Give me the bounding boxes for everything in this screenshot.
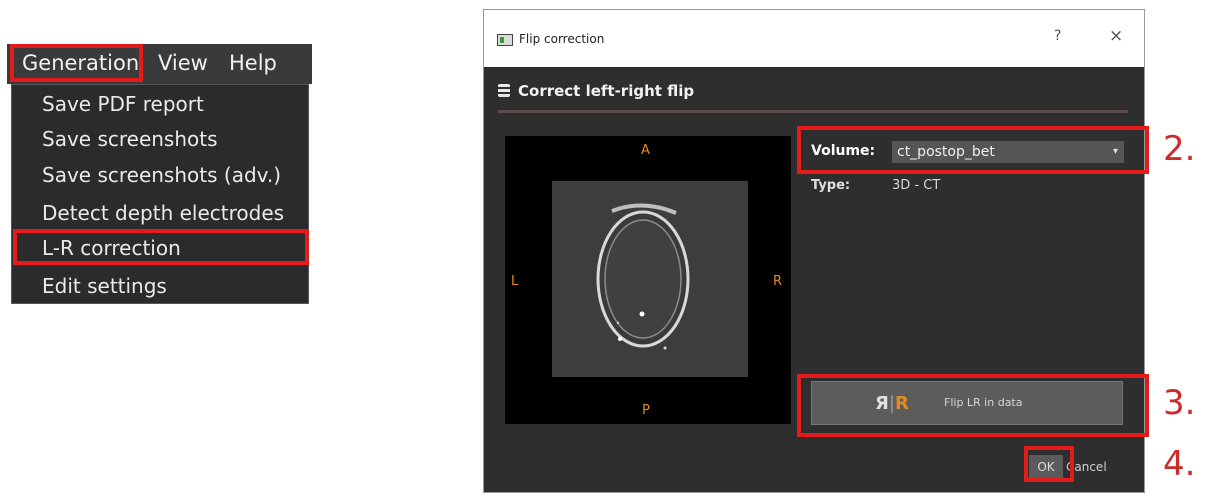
skull-outline-image [596, 203, 690, 350]
volume-select-value: ct_postop_bet [897, 144, 995, 160]
dialog-title: Flip correction [519, 32, 605, 46]
volume-label: Volume: [811, 143, 876, 159]
menu-view[interactable]: View [158, 51, 208, 75]
menu-help[interactable]: Help [229, 51, 277, 75]
menu-item-detect-depth-electrodes[interactable]: Detect depth electrodes [42, 201, 284, 225]
section-divider [498, 110, 1128, 113]
app-window-icon [497, 34, 513, 46]
menu-item-save-screenshots[interactable]: Save screenshots [42, 127, 218, 151]
flip-lr-icon: Я|R [875, 393, 909, 414]
database-icon [498, 84, 510, 97]
orient-label-anterior: A [641, 143, 650, 158]
flip-lr-button[interactable]: Я|R Flip LR in data [811, 381, 1123, 425]
step-label-2: 2. [1163, 129, 1196, 169]
ct-axial-slice [552, 181, 748, 377]
flip-lr-label: Flip LR in data [944, 396, 1023, 409]
orient-label-left: L [511, 274, 519, 289]
menu-item-save-pdf-report[interactable]: Save PDF report [42, 92, 204, 116]
section-header: Correct left-right flip [498, 82, 694, 100]
step-label-4: 4. [1163, 444, 1196, 484]
orient-label-right: R [773, 274, 783, 289]
image-viewer[interactable]: A L R P [505, 136, 791, 424]
screenshot-canvas: Generation View Help Save PDF report Sav… [0, 0, 1214, 499]
cancel-button[interactable]: Cancel [1066, 455, 1126, 479]
dropdown-arrow-icon: ▾ [1112, 146, 1118, 157]
step-label-3: 3. [1163, 383, 1196, 423]
ok-button[interactable]: OK [1029, 455, 1063, 479]
volume-select[interactable]: ct_postop_bet ▾ [892, 141, 1124, 163]
generation-menu: Save PDF report Save screenshots Save sc… [11, 84, 309, 304]
menu-generation[interactable]: Generation [22, 51, 139, 75]
menu-bar: Generation View Help [7, 44, 312, 84]
menu-item-save-screenshots-adv[interactable]: Save screenshots (adv.) [42, 163, 281, 187]
type-label: Type: [811, 178, 851, 193]
dialog-titlebar: Flip correction ? × [484, 10, 1144, 67]
section-title: Correct left-right flip [518, 82, 695, 100]
menu-item-edit-settings[interactable]: Edit settings [42, 274, 167, 298]
help-icon[interactable]: ? [1054, 28, 1061, 44]
type-value: 3D - CT [892, 178, 941, 193]
close-icon[interactable]: × [1109, 26, 1123, 46]
flip-correction-dialog: Flip correction ? × Correct left-right f… [483, 9, 1145, 493]
menu-item-lr-correction[interactable]: L-R correction [42, 236, 181, 260]
orient-label-posterior: P [642, 403, 650, 418]
